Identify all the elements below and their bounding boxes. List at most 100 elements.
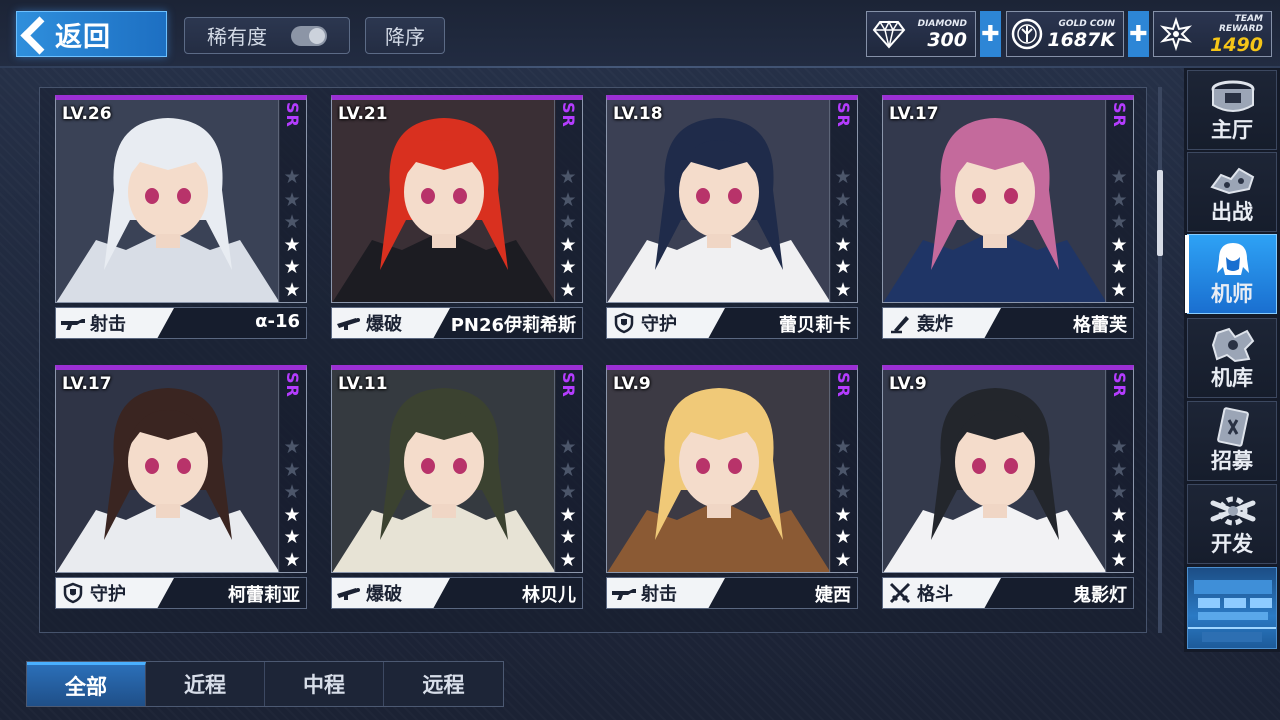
sort-order-button[interactable]: 降序 bbox=[365, 17, 445, 54]
rank-column: SR ★ ★ ★ ★ ★ ★ bbox=[554, 100, 582, 302]
pilot-nameplate: 守护 蕾贝莉卡 bbox=[606, 307, 858, 339]
pilot-name: PN26伊莉希斯 bbox=[450, 315, 576, 336]
pilot-card[interactable]: LV.21 SR ★ ★ ★ ★ ★ ★ 爆破 PN26伊莉希斯 bbox=[331, 95, 583, 339]
pilot-level: LV.18 bbox=[613, 104, 663, 124]
bazooka-icon bbox=[332, 308, 366, 338]
pilot-level: LV.26 bbox=[62, 104, 112, 124]
pilot-level: LV.11 bbox=[338, 374, 388, 394]
star-empty-icon: ★ bbox=[834, 211, 852, 233]
pilot-name: 柯蕾莉亚 bbox=[228, 585, 300, 606]
gold-coin-icon bbox=[1007, 12, 1047, 56]
pilot-card[interactable]: LV.17 SR ★ ★ ★ ★ ★ ★ 守护 柯蕾莉亚 bbox=[55, 365, 307, 609]
nav-item-lobby[interactable]: 主厅 bbox=[1187, 70, 1277, 150]
tab-all[interactable]: 全部 bbox=[27, 662, 146, 706]
star-rating: ★ ★ ★ ★ ★ ★ bbox=[558, 166, 578, 301]
base-map-thumbnail[interactable] bbox=[1187, 567, 1277, 649]
rifle-icon bbox=[56, 308, 90, 338]
star-empty-icon: ★ bbox=[834, 166, 852, 188]
rarity-toggle-icon[interactable] bbox=[291, 25, 327, 46]
star-empty-icon: ★ bbox=[1110, 188, 1128, 211]
nav-label-sortie: 出战 bbox=[1211, 200, 1253, 224]
nav-item-hangar[interactable]: 机库 bbox=[1187, 318, 1277, 398]
bazooka-icon bbox=[332, 578, 366, 608]
star-empty-icon: ★ bbox=[559, 481, 577, 503]
pilot-card[interactable]: LV.26 SR ★ ★ ★ ★ ★ ★ 射击 α-16 bbox=[55, 95, 307, 339]
star-empty-icon: ★ bbox=[283, 166, 301, 188]
star-empty-icon: ★ bbox=[283, 211, 301, 233]
pilot-level: LV.17 bbox=[62, 374, 112, 394]
lobby-icon bbox=[1211, 80, 1255, 112]
rarity-badge: SR bbox=[1110, 102, 1129, 128]
star-filled-icon: ★ bbox=[1110, 548, 1128, 571]
pilot-portrait-frame: LV.11 SR ★ ★ ★ ★ ★ ★ bbox=[331, 365, 583, 573]
star-empty-icon: ★ bbox=[834, 436, 852, 458]
rarity-filter-label: 稀有度 bbox=[207, 25, 267, 49]
rank-column: SR ★ ★ ★ ★ ★ ★ bbox=[1105, 100, 1133, 302]
rarity-filter-button[interactable]: 稀有度 bbox=[184, 17, 350, 54]
star-filled-icon: ★ bbox=[1110, 256, 1128, 278]
back-chevron-icon bbox=[17, 12, 47, 56]
role-tag: 轰炸 bbox=[883, 308, 1001, 338]
star-empty-icon: ★ bbox=[283, 188, 301, 211]
rarity-badge: SR bbox=[559, 372, 578, 398]
role-tag: 守护 bbox=[607, 308, 725, 338]
nav-item-sortie[interactable]: 出战 bbox=[1187, 152, 1277, 232]
star-rating: ★ ★ ★ ★ ★ ★ bbox=[833, 436, 853, 571]
star-empty-icon: ★ bbox=[283, 436, 301, 458]
pilot-card[interactable]: LV.17 SR ★ ★ ★ ★ ★ ★ 轰炸 格蕾芙 bbox=[882, 95, 1134, 339]
tab-melee[interactable]: 近程 bbox=[146, 662, 265, 706]
tab-long-range[interactable]: 远程 bbox=[384, 662, 503, 706]
pilot-portrait-frame: LV.17 SR ★ ★ ★ ★ ★ ★ bbox=[882, 95, 1134, 303]
nav-item-develop[interactable]: 开发 bbox=[1187, 484, 1277, 564]
pilot-card[interactable]: LV.9 SR ★ ★ ★ ★ ★ ★ 格斗 鬼影灯 bbox=[882, 365, 1134, 609]
pilot-nameplate: 射击 婕西 bbox=[606, 577, 858, 609]
pilot-level: LV.9 bbox=[613, 374, 651, 394]
nav-item-pilot[interactable]: 机师 bbox=[1185, 234, 1277, 314]
star-filled-icon: ★ bbox=[559, 278, 577, 301]
rank-column: SR ★ ★ ★ ★ ★ ★ bbox=[278, 370, 306, 572]
star-rating: ★ ★ ★ ★ ★ ★ bbox=[1109, 436, 1129, 571]
star-empty-icon: ★ bbox=[283, 458, 301, 481]
pilot-portrait bbox=[607, 370, 831, 572]
back-button[interactable]: 返回 bbox=[16, 11, 167, 57]
diamond-caption: DIAMOND bbox=[917, 19, 967, 29]
gold-coin-counter: GOLD COIN 1687K bbox=[1006, 11, 1124, 57]
star-empty-icon: ★ bbox=[559, 166, 577, 188]
scrollbar-thumb[interactable] bbox=[1157, 170, 1163, 256]
pilot-portrait bbox=[56, 100, 280, 302]
add-gold-button[interactable]: ✚ bbox=[1128, 11, 1149, 57]
nav-label-pilot: 机师 bbox=[1211, 282, 1253, 306]
star-filled-icon: ★ bbox=[1110, 526, 1128, 548]
rank-column: SR ★ ★ ★ ★ ★ ★ bbox=[1105, 370, 1133, 572]
add-diamond-button[interactable]: ✚ bbox=[980, 11, 1001, 57]
sort-order-label: 降序 bbox=[385, 25, 425, 49]
hangar-icon bbox=[1211, 327, 1255, 363]
star-filled-icon: ★ bbox=[559, 256, 577, 278]
star-rating: ★ ★ ★ ★ ★ ★ bbox=[282, 436, 302, 571]
tab-mid-range[interactable]: 中程 bbox=[265, 662, 384, 706]
sortie-icon bbox=[1210, 167, 1255, 195]
star-empty-icon: ★ bbox=[1110, 436, 1128, 458]
star-filled-icon: ★ bbox=[1110, 278, 1128, 301]
pilot-level: LV.17 bbox=[889, 104, 939, 124]
star-empty-icon: ★ bbox=[559, 188, 577, 211]
star-filled-icon: ★ bbox=[283, 278, 301, 301]
shield-icon bbox=[607, 308, 641, 338]
star-empty-icon: ★ bbox=[834, 458, 852, 481]
role-tag: 守护 bbox=[56, 578, 174, 608]
develop-icon bbox=[1210, 496, 1256, 526]
pilot-card[interactable]: LV.9 SR ★ ★ ★ ★ ★ ★ 射击 婕西 bbox=[606, 365, 858, 609]
pilot-card[interactable]: LV.18 SR ★ ★ ★ ★ ★ ★ 守护 蕾贝莉卡 bbox=[606, 95, 858, 339]
role-label: 爆破 bbox=[366, 314, 402, 335]
nav-item-recruit[interactable]: 招募 bbox=[1187, 401, 1277, 481]
plus-icon: ✚ bbox=[1129, 21, 1148, 47]
team-reward-counter: TEAM REWARD 1490 bbox=[1153, 11, 1272, 57]
pilot-card[interactable]: LV.11 SR ★ ★ ★ ★ ★ ★ 爆破 林贝儿 bbox=[331, 365, 583, 609]
plus-icon: ✚ bbox=[981, 21, 1000, 47]
rarity-badge: SR bbox=[283, 102, 302, 128]
rarity-badge: SR bbox=[834, 372, 853, 398]
scrollbar-track[interactable] bbox=[1158, 87, 1162, 633]
star-filled-icon: ★ bbox=[283, 526, 301, 548]
rarity-badge: SR bbox=[559, 102, 578, 128]
top-bar: 返回 稀有度 降序 DIAMOND 300 ✚ GOLD COIN 1687K … bbox=[0, 0, 1280, 68]
